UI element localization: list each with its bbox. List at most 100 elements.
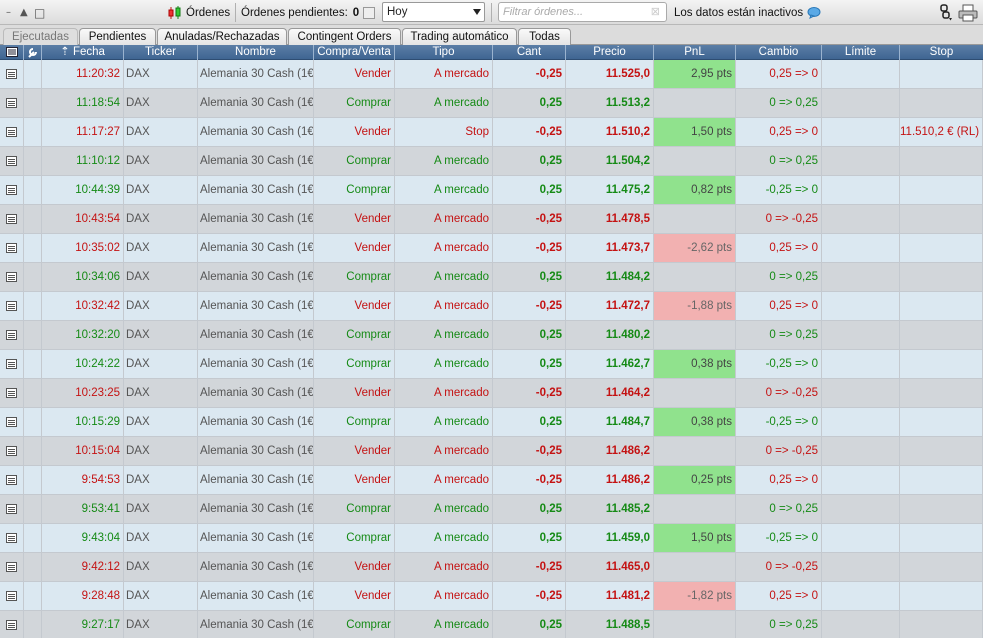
row-spacer-cell: [24, 524, 42, 552]
column-header-nombre[interactable]: Nombre: [198, 45, 314, 60]
clear-icon[interactable]: ⊠: [651, 3, 660, 21]
orders-table: 11:20:32 DAX Alemania 30 Cash (1€) Vender A …: [0, 60, 983, 638]
order-details-cell[interactable]: [0, 176, 24, 204]
order-details-cell[interactable]: [0, 147, 24, 175]
order-name: Alemania 30 Cash (1€): [198, 321, 314, 349]
column-header-ticker[interactable]: Ticker: [124, 45, 198, 60]
order-limit: [822, 205, 900, 233]
order-details-cell[interactable]: [0, 118, 24, 146]
order-limit: [822, 176, 900, 204]
maximize-button[interactable]: □: [34, 0, 45, 25]
table-row[interactable]: 10:24:22 DAX Alemania 30 Cash (1€) Comprar A…: [0, 350, 983, 379]
order-price: 11.480,2: [566, 321, 654, 349]
tab-pendientes[interactable]: Pendientes: [79, 28, 156, 45]
order-type: A mercado: [395, 263, 493, 291]
table-row[interactable]: 9:43:04 DAX Alemania 30 Cash (1€) Comprar A …: [0, 524, 983, 553]
order-limit: [822, 118, 900, 146]
order-details-cell[interactable]: [0, 263, 24, 291]
order-details-cell[interactable]: [0, 205, 24, 233]
order-details-cell[interactable]: [0, 611, 24, 638]
order-details-cell[interactable]: [0, 379, 24, 407]
order-details-cell[interactable]: [0, 437, 24, 465]
table-row[interactable]: 9:42:12 DAX Alemania 30 Cash (1€) Vender A m…: [0, 553, 983, 582]
speech-bubble-icon[interactable]: [807, 6, 821, 19]
date-filter-select[interactable]: Hoy: [382, 2, 485, 22]
order-details-cell[interactable]: [0, 524, 24, 552]
doc-icon: [6, 214, 17, 224]
column-header-cant[interactable]: Cant: [493, 45, 566, 60]
doc-icon: [6, 330, 17, 340]
column-header-compra-venta[interactable]: Compra/Venta: [314, 45, 395, 60]
orders-button[interactable]: Órdenes: [167, 0, 230, 25]
tab-ejecutadas[interactable]: Ejecutadas: [3, 28, 78, 45]
column-header-fecha[interactable]: ⇡ Fecha: [42, 45, 124, 60]
order-details-cell[interactable]: [0, 89, 24, 117]
connection-icon[interactable]: [938, 0, 954, 25]
order-stop: [900, 176, 983, 204]
order-pnl: [654, 437, 736, 465]
order-time: 11:17:27: [42, 118, 124, 146]
table-row[interactable]: 10:34:06 DAX Alemania 30 Cash (1€) Comprar A…: [0, 263, 983, 292]
order-details-cell[interactable]: [0, 553, 24, 581]
order-pnl: 1,50 pts: [654, 524, 736, 552]
minimize-button[interactable]: –: [6, 0, 11, 25]
order-pnl: [654, 205, 736, 233]
table-row[interactable]: 9:53:41 DAX Alemania 30 Cash (1€) Comprar A …: [0, 495, 983, 524]
order-name: Alemania 30 Cash (1€): [198, 147, 314, 175]
table-row[interactable]: 10:32:42 DAX Alemania 30 Cash (1€) Vender A …: [0, 292, 983, 321]
order-time: 9:43:04: [42, 524, 124, 552]
order-details-cell[interactable]: [0, 582, 24, 610]
order-limit: [822, 437, 900, 465]
order-stop: [900, 379, 983, 407]
table-row[interactable]: 9:54:53 DAX Alemania 30 Cash (1€) Vender A m…: [0, 466, 983, 495]
row-spacer-cell: [24, 147, 42, 175]
table-row[interactable]: 10:32:20 DAX Alemania 30 Cash (1€) Comprar A…: [0, 321, 983, 350]
column-header-pnl[interactable]: PnL: [654, 45, 736, 60]
order-details-cell[interactable]: [0, 350, 24, 378]
table-row[interactable]: 10:43:54 DAX Alemania 30 Cash (1€) Vender A …: [0, 205, 983, 234]
table-row[interactable]: 11:17:27 DAX Alemania 30 Cash (1€) Vender St…: [0, 118, 983, 147]
table-row[interactable]: 11:20:32 DAX Alemania 30 Cash (1€) Vender A …: [0, 60, 983, 89]
order-ticker: DAX: [124, 176, 198, 204]
filter-orders-input[interactable]: Filtrar órdenes... ⊠: [498, 2, 667, 22]
order-details-cell[interactable]: [0, 321, 24, 349]
table-row[interactable]: 10:35:02 DAX Alemania 30 Cash (1€) Vender A …: [0, 234, 983, 263]
collapse-button[interactable]: ▲: [20, 0, 28, 25]
tab-trading-automatico[interactable]: Trading automático: [402, 28, 517, 45]
order-details-cell[interactable]: [0, 495, 24, 523]
order-quantity: 0,25: [493, 495, 566, 523]
order-details-cell[interactable]: [0, 466, 24, 494]
table-row[interactable]: 10:23:25 DAX Alemania 30 Cash (1€) Vender A …: [0, 379, 983, 408]
tab-anuladas[interactable]: Anuladas/Rechazadas: [157, 28, 287, 45]
tab-todas[interactable]: Todas: [518, 28, 571, 45]
column-header-stop[interactable]: Stop: [900, 45, 983, 60]
table-row[interactable]: 11:10:12 DAX Alemania 30 Cash (1€) Comprar A…: [0, 147, 983, 176]
table-row[interactable]: 10:15:29 DAX Alemania 30 Cash (1€) Comprar A…: [0, 408, 983, 437]
table-row[interactable]: 10:15:04 DAX Alemania 30 Cash (1€) Vender A …: [0, 437, 983, 466]
table-row[interactable]: 10:44:39 DAX Alemania 30 Cash (1€) Comprar A…: [0, 176, 983, 205]
table-row[interactable]: 9:27:17 DAX Alemania 30 Cash (1€) Comprar A …: [0, 611, 983, 638]
table-row[interactable]: 11:18:54 DAX Alemania 30 Cash (1€) Comprar A…: [0, 89, 983, 118]
doc-icon: [6, 359, 17, 369]
row-spacer-cell: [24, 60, 42, 88]
column-details-header[interactable]: [0, 45, 24, 60]
tab-contingent[interactable]: Contingent Orders: [288, 28, 401, 45]
order-stop: [900, 147, 983, 175]
order-details-cell[interactable]: [0, 60, 24, 88]
column-header-limite[interactable]: Límite: [822, 45, 900, 60]
chevron-down-icon: [473, 9, 481, 15]
pending-expand-icon[interactable]: [363, 6, 376, 19]
order-details-cell[interactable]: [0, 292, 24, 320]
printer-icon[interactable]: [958, 0, 978, 25]
column-settings-header[interactable]: [24, 45, 42, 60]
column-header-precio[interactable]: Precio: [566, 45, 654, 60]
table-row[interactable]: 9:28:48 DAX Alemania 30 Cash (1€) Vender A m…: [0, 582, 983, 611]
order-ticker: DAX: [124, 321, 198, 349]
order-details-cell[interactable]: [0, 234, 24, 262]
order-price: 11.459,0: [566, 524, 654, 552]
order-type: A mercado: [395, 205, 493, 233]
order-position-change: 0 => 0,25: [736, 147, 822, 175]
order-details-cell[interactable]: [0, 408, 24, 436]
column-header-tipo[interactable]: Tipo: [395, 45, 493, 60]
column-header-cambio[interactable]: Cambio: [736, 45, 822, 60]
